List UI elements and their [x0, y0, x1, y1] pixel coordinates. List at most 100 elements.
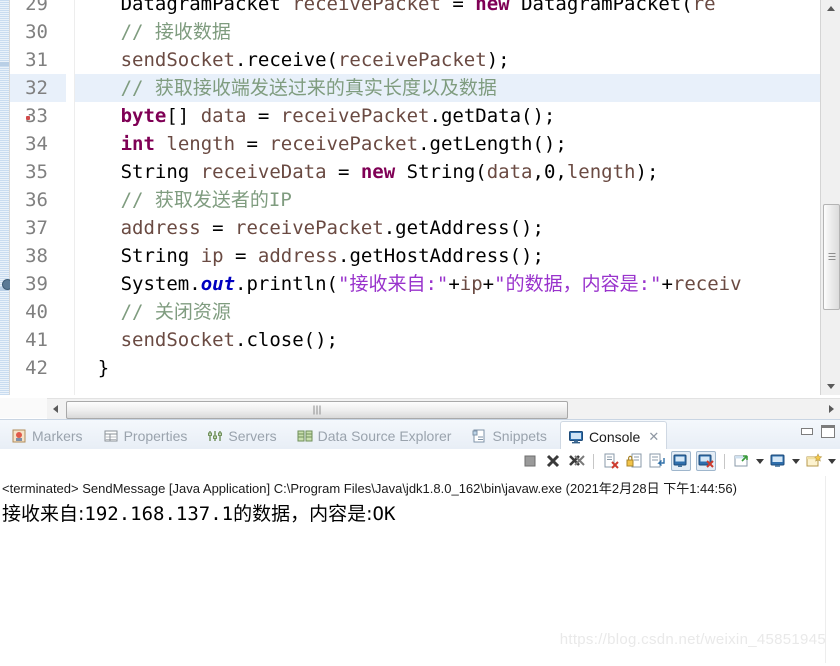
code-line[interactable]: sendSocket.receive(receivePacket); [75, 46, 821, 74]
line-number-row: 42 [10, 354, 48, 382]
line-number: 40 [25, 301, 48, 323]
code-line[interactable]: // 关闭资源 [75, 298, 821, 326]
toolbar-separator [593, 453, 594, 469]
code-token: ip [459, 273, 483, 295]
open-console-icon[interactable] [733, 452, 751, 470]
code-line[interactable]: String ip = address.getHostAddress(); [75, 242, 821, 270]
gutter-row[interactable] [48, 74, 66, 102]
code-line[interactable]: sendSocket.close(); [75, 326, 821, 354]
vertical-scrollbar-thumb[interactable] [823, 204, 840, 311]
remove-all-terminated-icon[interactable] [567, 452, 585, 470]
chevron-down-icon[interactable] [792, 458, 800, 464]
code-token: out [200, 273, 236, 295]
code-token: "的数据，内容是:" [494, 273, 662, 295]
code-line[interactable]: DatagramPacket receivePacket = new Datag… [75, 0, 821, 18]
console-toolbar-icons[interactable] [521, 451, 836, 471]
code-line[interactable]: // 获取接收端发送过来的真实长度以及数据 [75, 74, 821, 102]
remove-launch-icon[interactable] [544, 452, 562, 470]
code-line[interactable]: int length = receivePacket.getLength(); [75, 130, 821, 158]
scroll-up-arrow[interactable] [821, 0, 840, 17]
code-token: = [200, 217, 235, 239]
gutter-row[interactable] [48, 102, 66, 130]
code-line[interactable]: } [75, 354, 821, 382]
code-editor[interactable]: 29 30 31 32 33 34 35 36 37 38 39 40 41 42 DatagramPac… [0, 0, 840, 395]
code-token: = [235, 133, 270, 155]
watermark: https://blog.csdn.net/weixin_45851945 [559, 631, 826, 648]
tab-properties[interactable]: Properties [96, 422, 195, 449]
horizontal-scrollbar-thumb[interactable] [66, 401, 568, 419]
code-line[interactable]: address = receivePacket.getAddress(); [75, 214, 821, 242]
gutter-row[interactable] [48, 46, 66, 74]
folding-column[interactable] [66, 0, 75, 395]
code-text-area[interactable]: DatagramPacket receivePacket = new Datag… [75, 0, 821, 395]
console-status-line: <terminated> SendMessage [Java Applicati… [2, 481, 737, 496]
code-token: close [246, 329, 304, 351]
gutter-row[interactable] [48, 18, 66, 46]
tab-markers[interactable]: Markers [4, 422, 90, 449]
minimize-button[interactable] [798, 423, 815, 438]
tab-servers[interactable]: Servers [200, 422, 283, 449]
annotation-ruler[interactable] [0, 0, 13, 395]
gutter-row[interactable] [48, 130, 66, 158]
console-vertical-scrollbar[interactable] [825, 476, 840, 666]
clear-console-icon[interactable] [602, 452, 620, 470]
code-line[interactable]: System.out.println("接收来自:"+ip+"的数据，内容是:"… [75, 270, 821, 298]
gutter-row[interactable] [48, 298, 66, 326]
display-selected-console-icon[interactable] [696, 451, 716, 471]
code-line[interactable]: String receiveData = new String(data,0,l… [75, 158, 821, 186]
gutter-row[interactable] [48, 354, 66, 382]
open-console-menu-icon[interactable] [769, 452, 787, 470]
code-token: String [120, 161, 190, 183]
tab-console[interactable]: Console ✕ [559, 421, 668, 451]
gutter-row[interactable] [48, 214, 66, 242]
gutter-row[interactable] [48, 158, 66, 186]
scroll-down-arrow[interactable] [821, 378, 840, 395]
tab-label: Data Source Explorer [317, 427, 452, 444]
scroll-lock-icon[interactable] [625, 452, 643, 470]
editor-bottom-left-strip [0, 398, 47, 418]
scroll-right-arrow[interactable] [823, 399, 840, 419]
gutter-row[interactable] [48, 186, 66, 214]
code-token: receive [246, 49, 327, 71]
maximize-button[interactable] [819, 423, 836, 438]
gutter-row[interactable] [48, 242, 66, 270]
code-line-text: // 关闭资源 [121, 298, 231, 326]
tab-snippets[interactable]: Snippets [464, 422, 553, 449]
chevron-down-icon[interactable] [828, 458, 836, 464]
editor-horizontal-scrollbar[interactable] [47, 398, 840, 419]
line-number: 42 [25, 357, 48, 379]
gutter-row[interactable] [48, 270, 66, 298]
code-token: data [200, 105, 247, 127]
code-line-text: byte[] data = receivePacket.getData(); [121, 102, 556, 130]
tab-data-source-explorer[interactable]: Data Source Explorer [290, 422, 459, 449]
line-number: 29 [25, 0, 48, 15]
panel-tab-bar[interactable]: Markers Properties Servers Data Source Expl… [0, 420, 840, 451]
properties-icon [103, 428, 119, 444]
scroll-left-arrow[interactable] [47, 399, 64, 419]
panel-window-controls[interactable] [798, 423, 836, 438]
gutter-row[interactable] [48, 326, 66, 354]
gutter-row[interactable] [48, 0, 66, 18]
line-number-row: 37 [10, 214, 48, 242]
new-console-view-icon[interactable] [805, 452, 823, 470]
code-line[interactable]: byte[] data = receivePacket.getData(); [75, 102, 821, 130]
code-line[interactable]: // 获取发送者的IP [75, 186, 821, 214]
breakpoint-gutter[interactable] [48, 0, 66, 395]
terminate-icon[interactable] [521, 452, 539, 470]
word-wrap-icon[interactable] [648, 452, 666, 470]
code-line[interactable]: // 接收数据 [75, 18, 821, 46]
close-icon[interactable]: ✕ [648, 430, 659, 443]
code-token: receivePacket [235, 217, 384, 239]
code-token: + [448, 273, 460, 295]
code-token: = [246, 105, 281, 127]
console-toolbar[interactable] [0, 449, 840, 476]
editor-vertical-scrollbar[interactable] [820, 0, 840, 395]
code-line-text: DatagramPacket receivePacket = new Datag… [121, 0, 716, 18]
annotation-mark[interactable] [0, 62, 9, 66]
code-token: ip [200, 245, 224, 267]
chevron-down-icon[interactable] [756, 458, 764, 464]
pin-console-icon[interactable] [671, 451, 691, 471]
toolbar-separator [724, 453, 725, 469]
